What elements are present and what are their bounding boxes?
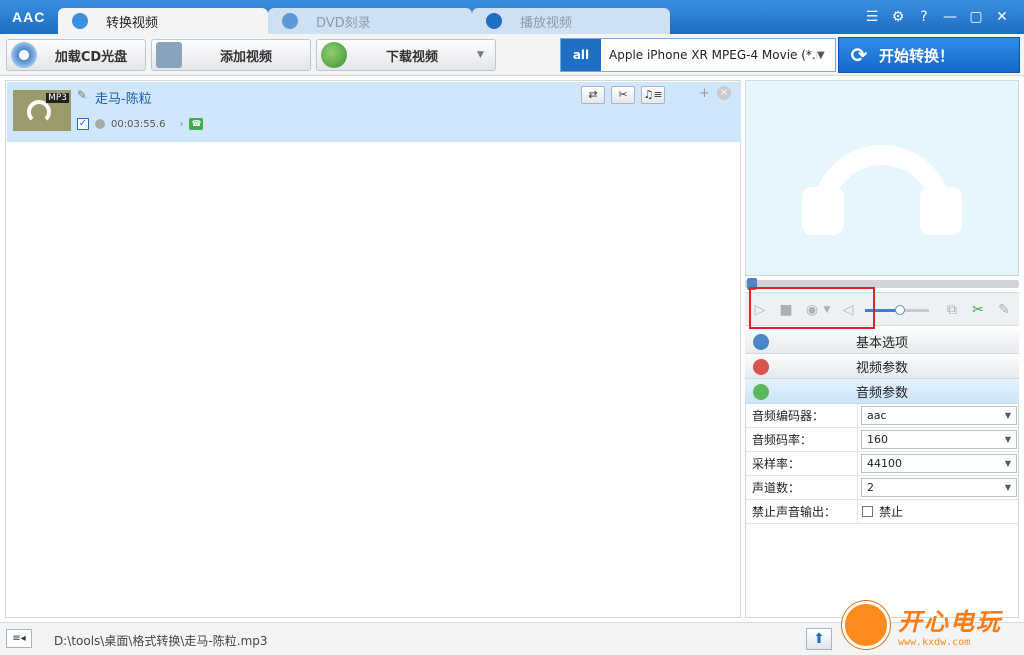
globe-icon [321, 42, 347, 68]
film-icon [753, 359, 769, 375]
mute-checkbox[interactable]: 禁止 [862, 503, 903, 520]
scissors-icon[interactable]: ✂ [969, 301, 987, 319]
play-icon [486, 13, 502, 29]
help-button[interactable]: ? [916, 9, 932, 25]
add-icon[interactable]: + [699, 86, 710, 101]
format-badge: MP3 [46, 93, 69, 103]
remove-button[interactable]: × [717, 86, 731, 100]
chevron-down-icon: ▼ [817, 49, 825, 61]
list-toggle-button[interactable]: ≡◂ [6, 629, 32, 648]
section-audio-params[interactable]: 音频参数 [745, 379, 1019, 404]
section-video-params[interactable]: 视频参数 [745, 354, 1019, 379]
watermark: 开心电玩 www.kxdw.com [842, 596, 1022, 654]
section-basic-options[interactable]: 基本选项 [745, 329, 1019, 354]
audio-encoder-select[interactable]: aac ▼ [861, 406, 1017, 425]
minimize-button[interactable]: — [942, 9, 958, 25]
tab-play-video[interactable]: 播放视频 [472, 8, 670, 34]
list-item[interactable]: MP3 ✎ 走马-陈粒 ✓ 00:03:55.6 › ☎ ⇄ ✂ ♫≡ + × [7, 82, 741, 142]
wrench-icon[interactable]: ✎ [995, 301, 1013, 319]
cd-icon [11, 42, 37, 68]
app-logo: AAC [12, 9, 46, 25]
file-path: D:\tools\桌面\格式转换\走马-陈粒.mp3 [54, 634, 268, 648]
highlight-box [749, 287, 875, 329]
list-icon[interactable]: ☰ [864, 9, 880, 25]
cut-button[interactable]: ✂ [611, 86, 635, 104]
param-row: 声道数： 2 ▼ [746, 475, 1018, 500]
file-checkbox[interactable]: ✓ [77, 118, 89, 130]
chevron-right-icon: › [179, 118, 184, 130]
watermark-text: 开心电玩 [898, 608, 1002, 636]
gear-icon[interactable]: ⚙ [890, 9, 906, 25]
disc-icon [282, 13, 298, 29]
file-duration: 00:03:55.6 [111, 118, 166, 130]
audio-track-button[interactable]: ♫≡ [641, 86, 665, 104]
param-row: 音频编码器： aac ▼ [746, 403, 1018, 428]
tab-label: 播放视频 [520, 15, 573, 31]
param-row: 禁止声音输出： 禁止 [746, 499, 1018, 524]
convert-row-button[interactable]: ⇄ [581, 86, 605, 104]
clock-icon [95, 119, 105, 129]
checkbox-box[interactable] [862, 506, 873, 517]
file-list: MP3 ✎ 走马-陈粒 ✓ 00:03:55.6 › ☎ ⇄ ✂ ♫≡ + × [5, 80, 741, 618]
profile-value: Apple iPhone XR MPEG-4 Movie (*.m... [609, 48, 817, 62]
output-profile-select[interactable]: all Apple iPhone XR MPEG-4 Movie (*.m...… [560, 38, 836, 72]
wrench-icon [753, 334, 769, 350]
close-button[interactable]: ✕ [994, 9, 1010, 25]
convert-icon [72, 13, 88, 29]
maximize-button[interactable]: ▢ [968, 9, 984, 25]
title-bar: AAC 转换视频 DVD刻录 播放视频 ☰ ⚙ ? — ▢ ✕ [0, 0, 1024, 34]
phone-icon: ☎ [189, 118, 204, 130]
tab-label: 转换视频 [106, 15, 159, 31]
chevron-down-icon: ▼ [1004, 483, 1011, 492]
audio-bitrate-select[interactable]: 160 ▼ [861, 430, 1017, 449]
param-row: 采样率： 44100 ▼ [746, 451, 1018, 476]
download-video-button[interactable]: 下载视频 ▼ [316, 39, 496, 71]
watermark-url: www.kxdw.com [898, 637, 971, 648]
file-name: 走马-陈粒 [95, 92, 152, 107]
chevron-down-icon[interactable]: ▼ [477, 50, 495, 60]
window-controls: ☰ ⚙ ? — ▢ ✕ [864, 9, 1010, 25]
preview-area [745, 80, 1019, 276]
chevron-down-icon: ▼ [1004, 411, 1011, 420]
move-up-button[interactable]: ⬆ [806, 628, 832, 650]
sample-rate-select[interactable]: 44100 ▼ [861, 454, 1017, 473]
copy-icon[interactable]: ⧉ [943, 301, 961, 319]
film-icon [156, 42, 182, 68]
volume-handle[interactable] [895, 305, 906, 315]
headphones-icon [802, 145, 962, 235]
add-video-button[interactable]: 添加视频 [151, 39, 311, 71]
load-cd-button[interactable]: 加载CD光盘 [6, 39, 146, 71]
param-row: 音频码率： 160 ▼ [746, 427, 1018, 452]
tab-dvd-burn[interactable]: DVD刻录 [268, 8, 472, 34]
start-convert-button[interactable]: ⟳ 开始转换！ [838, 37, 1020, 73]
tab-label: DVD刻录 [316, 15, 371, 31]
profile-icon: all [561, 39, 601, 71]
chevron-down-icon: ▼ [1004, 435, 1011, 444]
tab-convert-video[interactable]: 转换视频 [58, 8, 268, 34]
channels-select[interactable]: 2 ▼ [861, 478, 1017, 497]
speaker-icon [753, 384, 769, 400]
audio-thumbnail: MP3 [13, 90, 71, 131]
file-meta: ✓ 00:03:55.6 › ☎ [77, 118, 204, 130]
audio-params-panel: 音频编码器： aac ▼ 音频码率： 160 ▼ 采样率： 44100 ▼ 声道数： … [745, 403, 1019, 618]
mascot-icon [842, 601, 890, 649]
pencil-icon[interactable]: ✎ [77, 88, 87, 102]
music-icon [27, 100, 51, 124]
chevron-down-icon: ▼ [1004, 459, 1011, 468]
refresh-icon: ⟳ [850, 43, 868, 67]
